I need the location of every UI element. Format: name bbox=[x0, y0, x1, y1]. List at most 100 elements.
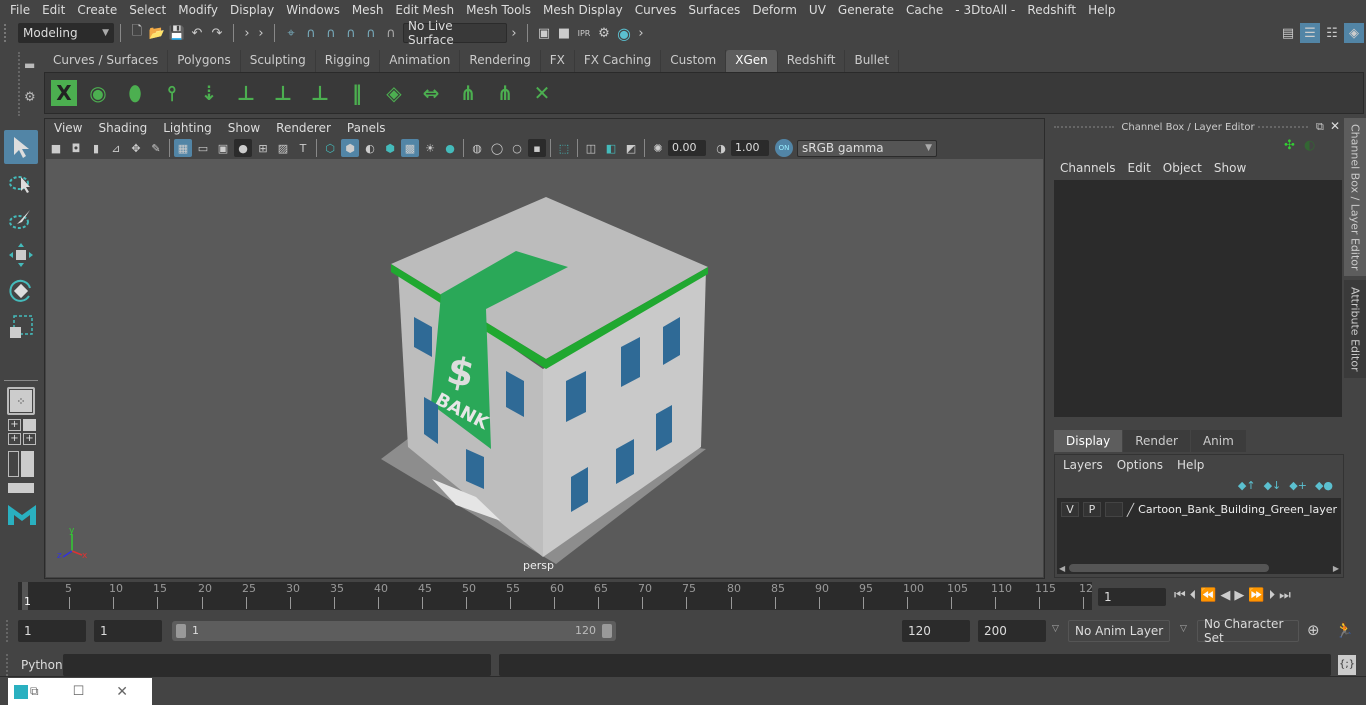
isolate-select-icon[interactable]: ⬚ bbox=[555, 139, 573, 157]
menu-help[interactable]: Help bbox=[1082, 3, 1121, 17]
shelf-tab-curves-surfaces[interactable]: Curves / Surfaces bbox=[44, 50, 169, 72]
collapse-arrow-icon[interactable]: › bbox=[240, 23, 254, 43]
current-frame-field[interactable]: 1 bbox=[1098, 588, 1166, 606]
save-scene-icon[interactable]: 💾 bbox=[167, 23, 187, 43]
bookmark-icon[interactable]: ▮ bbox=[87, 139, 105, 157]
shelf-tab-polygons[interactable]: Polygons bbox=[168, 50, 241, 72]
step-forward-key-icon[interactable]: ⏩ bbox=[1248, 588, 1264, 603]
menu-surfaces[interactable]: Surfaces bbox=[682, 3, 746, 17]
viewport-menu-show[interactable]: Show bbox=[220, 121, 268, 137]
new-empty-layer-icon[interactable]: ◆+ bbox=[1289, 479, 1307, 492]
collapse-arrow-icon[interactable]: › bbox=[507, 23, 521, 43]
color-management-toggle[interactable]: ON bbox=[775, 139, 793, 157]
rotate-tool[interactable] bbox=[4, 274, 38, 308]
time-slider[interactable]: 1 5 10 15 20 25 30 35 40 45 50 55 60 65 70 75 80 85 90 95 1… bbox=[18, 582, 1093, 610]
horizontal-scrollbar[interactable]: ◀ ▶ bbox=[1057, 562, 1341, 574]
smooth-shade-icon[interactable]: ⬢ bbox=[341, 139, 359, 157]
maximize-icon[interactable]: ☐ bbox=[73, 684, 85, 699]
hypershade-icon[interactable]: ◉ bbox=[614, 23, 634, 43]
side-tab-attribute-editor[interactable]: Attribute Editor bbox=[1344, 280, 1366, 378]
character-set-dropdown[interactable]: No Character Set bbox=[1197, 617, 1299, 645]
guide-split-icon[interactable]: ‖ bbox=[341, 77, 373, 109]
move-tool[interactable] bbox=[4, 238, 38, 272]
film-gate-icon[interactable]: ▭ bbox=[194, 139, 212, 157]
script-language-toggle[interactable]: Python bbox=[21, 658, 63, 672]
viewport-menu-view[interactable]: View bbox=[46, 121, 90, 137]
go-to-start-icon[interactable]: ⏮ bbox=[1174, 588, 1186, 603]
render-settings-icon[interactable]: ⚙ bbox=[594, 23, 614, 43]
select-tool[interactable] bbox=[4, 130, 38, 164]
scroll-right-icon[interactable]: ▶ bbox=[1333, 564, 1339, 573]
speed-toggle-icon[interactable]: ◐ bbox=[1304, 138, 1315, 153]
snap-curve-icon[interactable]: ∩ bbox=[301, 23, 321, 43]
layer-name[interactable]: Cartoon_Bank_Building_Green_layer bbox=[1138, 503, 1337, 516]
channel-box-toggle-icon[interactable]: ☰ bbox=[1300, 23, 1320, 43]
shadows-icon[interactable]: ● bbox=[441, 139, 459, 157]
menu-edit-mesh[interactable]: Edit Mesh bbox=[389, 3, 460, 17]
move-layer-up-icon[interactable]: ◆↑ bbox=[1238, 479, 1256, 492]
command-input[interactable] bbox=[63, 654, 491, 676]
shelf-tab-rigging[interactable]: Rigging bbox=[315, 50, 381, 72]
tab-render[interactable]: Render bbox=[1123, 430, 1190, 452]
outliner-persp-layout-button[interactable] bbox=[8, 451, 34, 477]
place-guides-icon[interactable]: ⇣ bbox=[193, 77, 225, 109]
wireframe-on-shaded-icon[interactable]: ⬢ bbox=[381, 139, 399, 157]
shelf-menu-icon[interactable]: ▬ bbox=[24, 58, 40, 72]
tab-anim[interactable]: Anim bbox=[1190, 430, 1246, 452]
motion-blur-icon[interactable]: ◯ bbox=[488, 139, 506, 157]
animation-end-field[interactable]: 200 bbox=[978, 620, 1046, 642]
anim-layer-dropdown[interactable]: No Anim Layer bbox=[1068, 620, 1170, 642]
chevron-down-icon[interactable]: ▽ bbox=[1180, 624, 1187, 634]
gamma-icon[interactable]: ◑ bbox=[712, 139, 730, 157]
shelf-tab-redshift[interactable]: Redshift bbox=[777, 50, 846, 72]
wireframe-icon[interactable]: ⬡ bbox=[321, 139, 339, 157]
menu-curves[interactable]: Curves bbox=[629, 3, 683, 17]
graph-layout-button[interactable] bbox=[8, 483, 34, 493]
render-current-frame-icon[interactable]: ■ bbox=[554, 23, 574, 43]
play-backwards-icon[interactable]: ◀ bbox=[1220, 588, 1230, 603]
lock-guides-icon[interactable]: ⊥ bbox=[304, 77, 336, 109]
menu-mesh-display[interactable]: Mesh Display bbox=[537, 3, 629, 17]
exposure-field[interactable]: 0.00 bbox=[668, 140, 706, 156]
menu-3dtoall[interactable]: - 3DtoAll - bbox=[949, 3, 1021, 17]
gamma-field[interactable]: 1.00 bbox=[731, 140, 769, 156]
menu-windows[interactable]: Windows bbox=[280, 3, 346, 17]
xray-icon[interactable]: ◫ bbox=[582, 139, 600, 157]
create-description-icon[interactable]: ◈ bbox=[378, 77, 410, 109]
layer-visibility-toggle[interactable]: V bbox=[1061, 502, 1079, 517]
mode-dropdown[interactable]: Modeling ▼ bbox=[18, 23, 114, 43]
colorspace-dropdown[interactable]: sRGB gamma ▼ bbox=[797, 139, 937, 157]
shelf-tab-bullet[interactable]: Bullet bbox=[845, 50, 900, 72]
collapse-arrow-icon[interactable]: › bbox=[634, 23, 648, 43]
collapse-arrow-icon[interactable]: › bbox=[254, 23, 268, 43]
menu-help[interactable]: Help bbox=[1177, 458, 1204, 472]
delete-guides-icon[interactable]: ✕ bbox=[526, 77, 558, 109]
menu-deform[interactable]: Deform bbox=[746, 3, 803, 17]
ipr-render-icon[interactable]: IPR bbox=[574, 23, 594, 43]
manipulator-icon[interactable]: ✣ bbox=[1284, 138, 1295, 153]
render-view-icon[interactable]: ▣ bbox=[534, 23, 554, 43]
exposure-icon[interactable]: ✺ bbox=[649, 139, 667, 157]
snap-grid-icon[interactable]: ⌖ bbox=[281, 23, 301, 43]
guide-transfer-icon[interactable]: ⇔ bbox=[415, 77, 447, 109]
shelf-tab-fx-caching[interactable]: FX Caching bbox=[574, 50, 662, 72]
screen-space-ao-icon[interactable]: ◍ bbox=[468, 139, 486, 157]
xray-active-icon[interactable]: ◩ bbox=[622, 139, 640, 157]
snap-surface-icon[interactable]: ∩ bbox=[361, 23, 381, 43]
side-tab-channel-box[interactable]: Channel Box / Layer Editor bbox=[1344, 118, 1366, 276]
menu-redshift[interactable]: Redshift bbox=[1021, 3, 1082, 17]
undo-icon[interactable]: ↶ bbox=[187, 23, 207, 43]
shelf-tab-rendering[interactable]: Rendering bbox=[460, 50, 541, 72]
anti-aliasing-icon[interactable]: ○ bbox=[508, 139, 526, 157]
chevron-down-icon[interactable]: ▽ bbox=[1052, 624, 1059, 634]
toggle-guide-visibility-icon[interactable]: ⊥ bbox=[267, 77, 299, 109]
step-back-key-icon[interactable]: ⏪ bbox=[1200, 588, 1216, 603]
layer-row[interactable]: V P ╱ Cartoon_Bank_Building_Green_layer bbox=[1057, 498, 1341, 521]
viewport-menu-shading[interactable]: Shading bbox=[90, 121, 155, 137]
tab-display[interactable]: Display bbox=[1054, 430, 1123, 452]
move-layer-down-icon[interactable]: ◆↓ bbox=[1264, 479, 1282, 492]
camera-attributes-icon[interactable]: ◘ bbox=[67, 139, 85, 157]
xgen-editor-icon[interactable]: X bbox=[51, 80, 77, 106]
menu-create[interactable]: Create bbox=[71, 3, 123, 17]
drag-handle[interactable] bbox=[4, 24, 12, 42]
